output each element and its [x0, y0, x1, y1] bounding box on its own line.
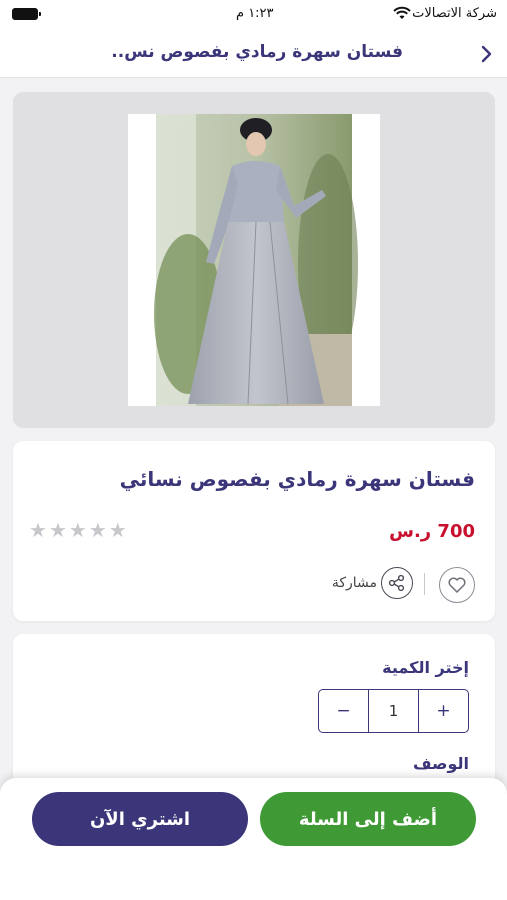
navigation-bar: فستان سهرة رمادي بفصوص نس.. [0, 30, 507, 78]
heart-icon [448, 577, 466, 593]
product-price: 700 ر.س [389, 521, 475, 542]
star-icon: ★ [48, 518, 67, 542]
clock: ١:٢٣ م [236, 6, 274, 21]
star-icon: ★ [108, 518, 127, 542]
add-to-cart-button[interactable]: أضف إلى السلة [260, 792, 476, 846]
quantity-stepper: − 1 + [318, 689, 469, 733]
bottom-action-bar: أضف إلى السلة اشتري الآن [0, 778, 507, 900]
quantity-label: إختر الكمية [382, 658, 469, 677]
decrease-button[interactable]: − [319, 690, 368, 732]
quantity-value: 1 [368, 690, 419, 732]
star-icon: ★ [88, 518, 107, 542]
buy-now-button[interactable]: اشتري الآن [32, 792, 248, 846]
product-name: فستان سهرة رمادي بفصوص نسائي [119, 467, 475, 491]
divider [424, 573, 425, 595]
battery-icon [12, 8, 41, 20]
share-icon [388, 574, 405, 592]
rating-stars[interactable]: ★ ★ ★ ★ ★ [29, 519, 127, 541]
chevron-right-icon[interactable] [477, 42, 497, 66]
star-icon: ★ [68, 518, 87, 542]
product-image[interactable] [128, 114, 380, 406]
page-title: فستان سهرة رمادي بفصوص نس.. [111, 42, 403, 62]
dress-photo [154, 114, 358, 406]
wifi-icon [393, 6, 411, 19]
status-bar: شركة الاتصالات ١:٢٣ م [0, 0, 507, 30]
description-label: الوصف [412, 754, 469, 773]
increase-button[interactable]: + [419, 690, 468, 732]
star-icon: ★ [29, 518, 47, 542]
share-button[interactable] [381, 567, 413, 599]
product-info-card: فستان سهرة رمادي بفصوص نسائي 700 ر.س ★ ★… [13, 441, 495, 621]
favorite-button[interactable] [439, 567, 475, 603]
carrier-name: شركة الاتصالات [412, 6, 497, 21]
share-label[interactable]: مشاركة [332, 575, 377, 591]
